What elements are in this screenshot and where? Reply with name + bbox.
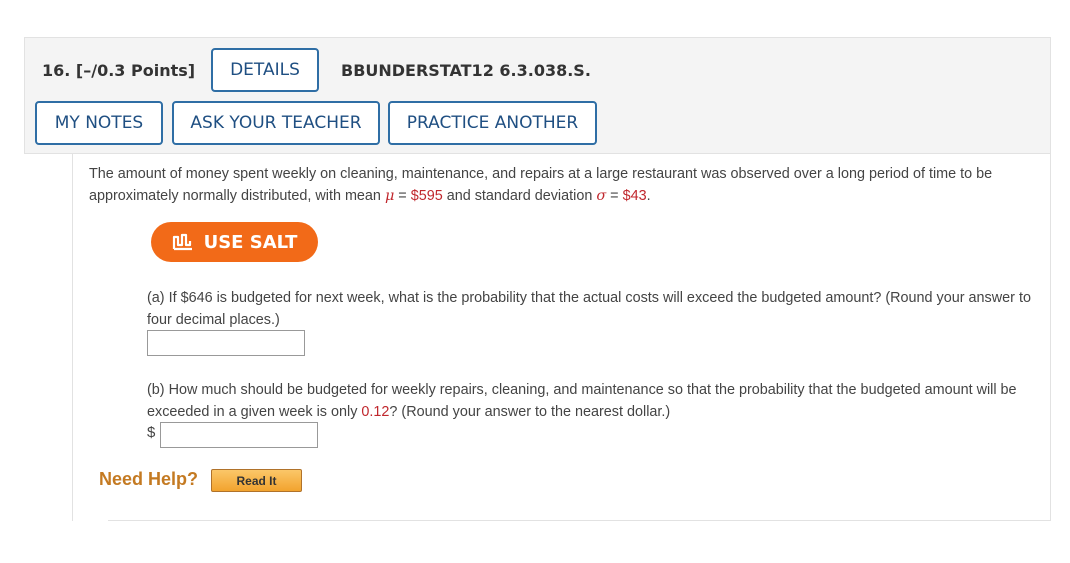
question-header: 16. [–/0.3 Points] DETAILS BBUNDERSTAT12… [24, 37, 1051, 154]
equals-sign: = [394, 188, 411, 204]
sd-value: $43 [622, 188, 647, 204]
practice-another-button[interactable]: PRACTICE ANOTHER [388, 101, 597, 145]
question-code: BBUNDERSTAT12 6.3.038.S. [341, 61, 591, 80]
currency-symbol: $ [147, 424, 156, 441]
need-help-label: Need Help? [99, 469, 199, 489]
salt-chart-icon [172, 233, 192, 251]
mu-symbol: μ [384, 188, 395, 204]
part-b-text: (b) How much should be budgeted for week… [147, 379, 1037, 423]
content-bottom-divider [108, 520, 1051, 521]
equals-sign: = [606, 188, 623, 204]
use-salt-label: USE SALT [203, 231, 298, 253]
details-button[interactable]: DETAILS [211, 48, 319, 92]
stem-text: and standard deviation [442, 188, 597, 204]
use-salt-button[interactable]: USE SALT [151, 222, 318, 262]
read-it-button[interactable]: Read It [211, 469, 302, 492]
question-number: 16. [–/0.3 Points] [42, 61, 196, 80]
mean-value: $595 [410, 188, 443, 204]
sigma-symbol: σ [596, 188, 607, 204]
probability-value: 0.12 [361, 404, 390, 420]
part-b-answer-input[interactable] [160, 422, 318, 448]
part-a-answer-input[interactable] [147, 330, 305, 356]
part-b-text-2: ? (Round your answer to the nearest doll… [389, 404, 671, 420]
question-stem: The amount of money spent weekly on clea… [89, 163, 1034, 207]
part-a-text: (a) If $646 is budgeted for next week, w… [147, 290, 1031, 328]
my-notes-button[interactable]: MY NOTES [35, 101, 163, 145]
ask-your-teacher-button[interactable]: ASK YOUR TEACHER [172, 101, 380, 145]
stem-text: . [646, 188, 651, 204]
